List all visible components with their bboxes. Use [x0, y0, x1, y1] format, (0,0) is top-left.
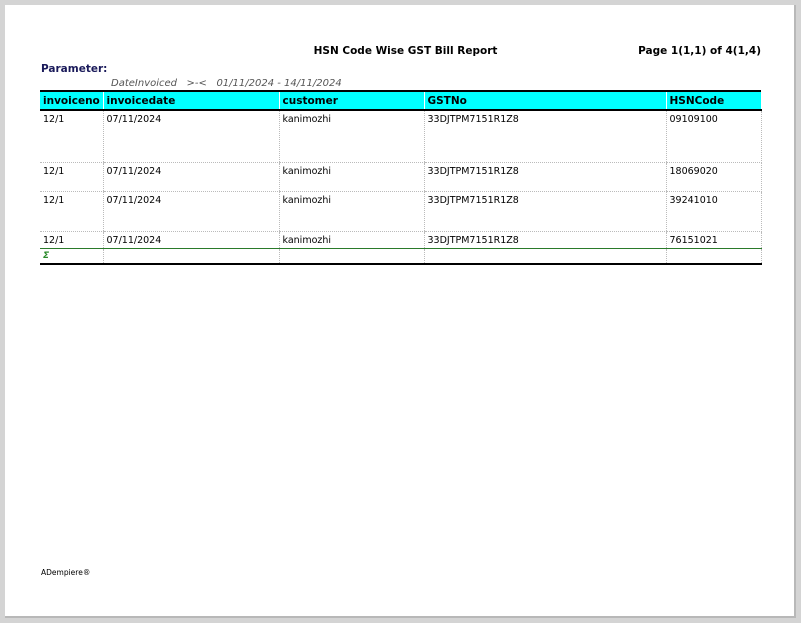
column-header-invoiceno[interactable]: invoiceno [40, 90, 103, 111]
table-header-row: invoiceno invoicedate customer GSTNo HSN… [40, 90, 761, 111]
total-cell: Σ [40, 247, 103, 265]
column-header-hsncode[interactable]: HSNCode [665, 90, 761, 111]
cell-invoiceno: 12/1 [40, 162, 103, 192]
cell-invoicedate: 07/11/2024 [102, 110, 279, 163]
cell-customer: kanimozhi [278, 191, 424, 232]
cell-customer: kanimozhi [278, 110, 424, 163]
total-cell [102, 247, 279, 265]
report-table: invoiceno invoicedate customer GSTNo HSN… [40, 90, 762, 265]
cell-invoicedate: 07/11/2024 [102, 231, 279, 249]
total-cell [665, 247, 762, 265]
cell-customer: kanimozhi [278, 162, 424, 192]
cell-invoiceno: 12/1 [40, 110, 103, 163]
page-info: Page 1(1,1) of 4(1,4) [638, 45, 761, 57]
sigma-icon: Σ [43, 250, 50, 261]
total-cell [278, 247, 424, 265]
cell-gstno: 33DJTPM7151R1Z8 [423, 110, 666, 163]
cell-hsncode: 39241010 [665, 191, 762, 232]
column-header-invoicedate[interactable]: invoicedate [102, 90, 279, 111]
cell-invoicedate: 07/11/2024 [102, 191, 279, 232]
cell-invoicedate: 07/11/2024 [102, 162, 279, 192]
footer-brand: ADempiere® [41, 568, 91, 577]
report-page: HSN Code Wise GST Bill Report Page 1(1,1… [5, 5, 796, 618]
parameter-label: Parameter: [41, 63, 108, 75]
parameter-date-range: DateInvoiced >-< 01/11/2024 - 14/11/2024 [111, 78, 342, 89]
column-header-customer[interactable]: customer [278, 90, 424, 111]
table-row: 12/1 07/11/2024 kanimozhi 33DJTPM7151R1Z… [40, 191, 762, 232]
cell-gstno: 33DJTPM7151R1Z8 [423, 162, 666, 192]
table-row: 12/1 07/11/2024 kanimozhi 33DJTPM7151R1Z… [40, 162, 762, 192]
total-row: Σ [40, 247, 762, 265]
column-header-gstno[interactable]: GSTNo [423, 90, 666, 111]
cell-gstno: 33DJTPM7151R1Z8 [423, 191, 666, 232]
total-cell [423, 247, 666, 265]
cell-invoiceno: 12/1 [40, 231, 103, 249]
cell-invoiceno: 12/1 [40, 191, 103, 232]
cell-hsncode: 09109100 [665, 110, 762, 163]
cell-gstno: 33DJTPM7151R1Z8 [423, 231, 666, 249]
cell-hsncode: 76151021 [665, 231, 762, 249]
cell-hsncode: 18069020 [665, 162, 762, 192]
table-row: 12/1 07/11/2024 kanimozhi 33DJTPM7151R1Z… [40, 231, 762, 249]
cell-customer: kanimozhi [278, 231, 424, 249]
table-row: 12/1 07/11/2024 kanimozhi 33DJTPM7151R1Z… [40, 110, 762, 163]
